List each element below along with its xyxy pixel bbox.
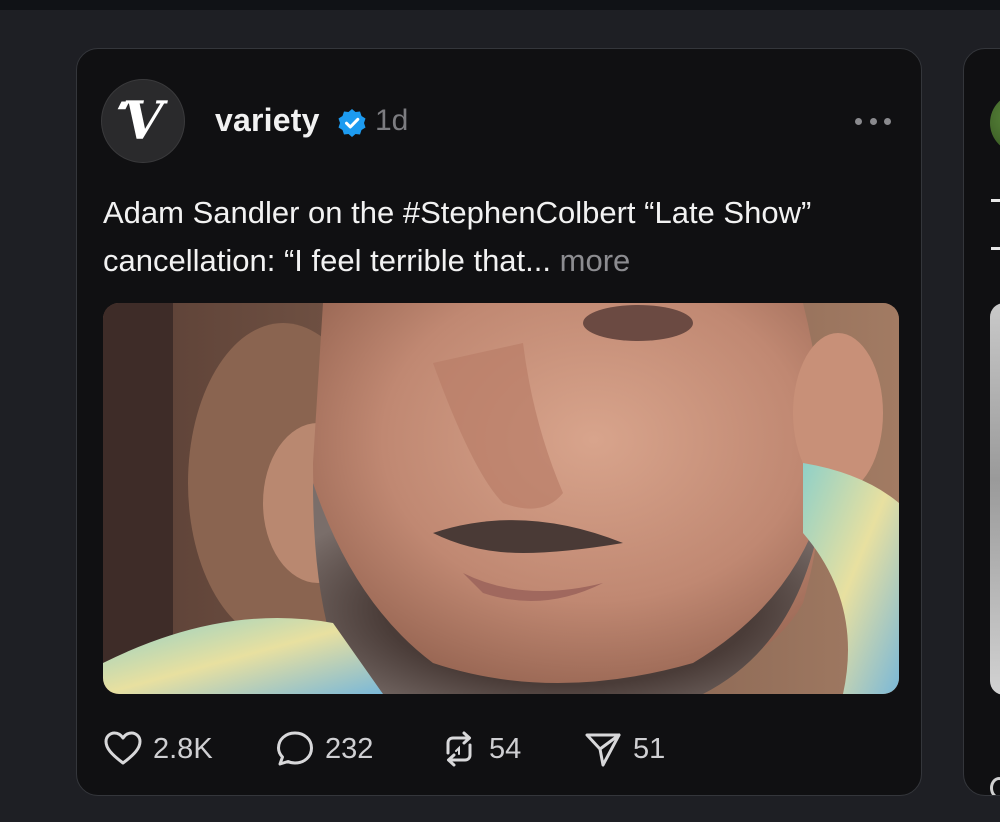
speech-bubble-icon xyxy=(990,777,1000,795)
svg-text:V: V xyxy=(123,91,169,152)
more-options-button[interactable] xyxy=(855,109,891,133)
avatar[interactable]: V xyxy=(101,79,185,163)
ellipsis-icon-dot xyxy=(869,117,877,125)
post-timestamp: 1d xyxy=(375,104,409,137)
repost-count: 54 xyxy=(489,732,522,765)
post-media-image[interactable] xyxy=(103,303,899,694)
text-fragment xyxy=(991,247,1000,250)
reply-button[interactable]: 232 xyxy=(275,729,373,769)
post-actions: 2.8K 232 54 51 xyxy=(103,729,883,769)
avatar xyxy=(990,93,1000,153)
heart-icon xyxy=(104,731,142,765)
more-link[interactable]: more xyxy=(560,243,631,278)
top-bar xyxy=(0,0,1000,10)
send-paper-plane-icon xyxy=(585,733,621,767)
ellipsis-icon xyxy=(855,117,862,125)
post-body: Adam Sandler on the #StephenColbert “Lat… xyxy=(103,195,812,278)
share-button[interactable]: 51 xyxy=(583,729,665,769)
post-card[interactable]: V variety 1d Adam Sandler on the #Stephe… xyxy=(76,48,922,796)
verified-badge-icon xyxy=(338,109,366,137)
repost-button[interactable]: 54 xyxy=(439,729,521,769)
ellipsis-icon-dot xyxy=(884,117,891,125)
share-count: 51 xyxy=(633,732,666,765)
post-text: Adam Sandler on the #StephenColbert “Lat… xyxy=(103,189,893,285)
photo-image xyxy=(103,303,899,694)
next-post-card-peek[interactable] xyxy=(963,48,1000,796)
author-name[interactable]: variety xyxy=(215,102,320,139)
text-fragment xyxy=(991,199,1000,202)
variety-logo-icon: V xyxy=(117,91,169,152)
speech-bubble-icon xyxy=(277,731,313,766)
repost-arrows-icon xyxy=(446,731,472,767)
like-button[interactable]: 2.8K xyxy=(103,729,213,769)
post-media-image xyxy=(990,303,1000,695)
reply-count: 232 xyxy=(325,732,374,765)
like-count: 2.8K xyxy=(153,732,213,765)
